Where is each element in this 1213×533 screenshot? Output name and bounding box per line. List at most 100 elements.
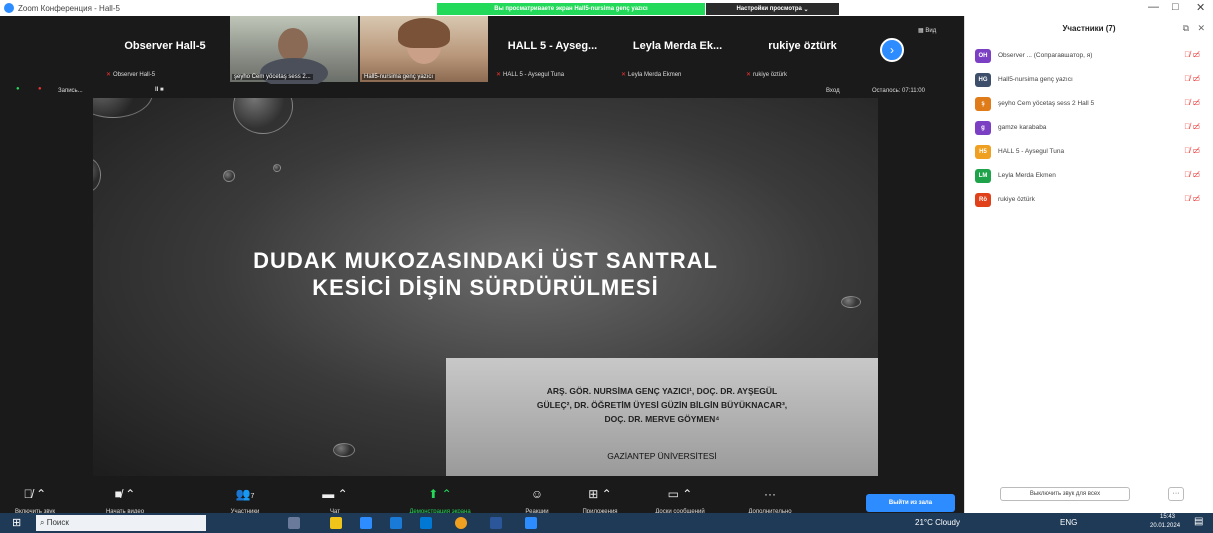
start-video-button[interactable]: ■̸ ⌃ Начать видео (90, 487, 160, 515)
mic-video-status-icon[interactable]: 🎙̸ ▭̸ (1184, 50, 1200, 59)
share-banner: Вы просматриваете экран Hall5-nursima ge… (437, 3, 705, 15)
participant-row[interactable]: HG Hall5-nursima genç yazıcı 🎙̸ ▭̸ (965, 70, 1213, 92)
participant-name: rukiye öztürk (998, 196, 1035, 203)
mail-icon[interactable] (390, 517, 402, 529)
participant-tile[interactable]: HALL 5 - Ayseg... ✕ HALL 5 - Aysegul Tuna (490, 20, 615, 78)
store-icon[interactable] (360, 517, 372, 529)
participant-strip: Observer Hall-5 ✕ Observer Hall-5 şeyho C… (0, 16, 964, 88)
zoom-logo-icon (4, 3, 14, 13)
meeting-stage: Observer Hall-5 ✕ Observer Hall-5 şeyho C… (0, 16, 964, 529)
share-screen-button[interactable]: ⬆ ⌃ Демонстрация экрана (405, 487, 475, 515)
panel-more-button[interactable]: ··· (1168, 487, 1184, 501)
leave-room-button[interactable]: Выйти из зала (866, 494, 955, 512)
participants-icon: 👥7 (235, 487, 255, 501)
participant-label: Leyla Merda Ekmen (628, 72, 682, 78)
mute-all-button[interactable]: Выключить звук для всех (1000, 487, 1130, 501)
taskbar-search[interactable]: ⌕ Поиск (36, 515, 206, 531)
person-hair (398, 18, 450, 48)
participant-tile[interactable]: rukiye öztürk ✕ rukiye öztürk (740, 20, 865, 78)
water-drop (93, 158, 101, 192)
clock-time: 15:43 (1160, 514, 1176, 520)
slide-title-line2: KESİCİ DİŞİN SÜRDÜRÜLMESİ (312, 275, 659, 300)
view-button[interactable]: ▦ Вид (918, 27, 936, 34)
slide-title-line1: DUDAK MUKOZASINDAKİ ÜST SANTRAL (253, 248, 718, 273)
participant-tile[interactable]: Observer Hall-5 ✕ Observer Hall-5 (100, 20, 230, 78)
minimize-icon[interactable]: — (1148, 1, 1159, 13)
authors-line3: DOÇ. DR. MERVE GÖYMEN⁴ (604, 414, 720, 424)
participant-row[interactable]: g gamze karababa 🎙̸ ▭̸ (965, 118, 1213, 140)
popout-icon[interactable]: ⧉ (1183, 23, 1189, 34)
maximize-icon[interactable]: □ (1172, 1, 1179, 13)
mic-video-status-icon[interactable]: 🎙̸ ▭̸ (1184, 146, 1200, 155)
record-dot-icon: ● (38, 86, 42, 92)
task-view-icon[interactable] (288, 517, 300, 529)
avatar: HG (975, 73, 991, 87)
authors-line1: ARŞ. GÖR. NURSİMA GENÇ YAZICI¹, DOÇ. DR.… (546, 386, 778, 396)
whiteboards-button[interactable]: ▭ ⌃ Доски сообщений (645, 487, 715, 515)
chat-button[interactable]: ▬ ⌃ Чат (300, 487, 370, 515)
enter-label[interactable]: Вход (826, 88, 840, 94)
shared-slide: DUDAK MUKOZASINDAKİ ÜST SANTRAL KESİCİ D… (93, 98, 878, 476)
time-remaining: Осталось: 07:11:00 (872, 88, 925, 94)
windows-start-icon[interactable]: ⊞ (12, 516, 21, 529)
mic-video-status-icon[interactable]: 🎙̸ ▭̸ (1184, 194, 1200, 203)
mic-muted-icon: ✕ (106, 72, 112, 78)
participant-tile[interactable]: Leyla Merda Ek... ✕ Leyla Merda Ekmen (615, 20, 740, 78)
water-drop (233, 98, 293, 134)
participant-row[interactable]: OH Observer ... (Сопрагавшатор, я) 🎙̸ ▭̸ (965, 46, 1213, 68)
participant-name: Observer Hall-5 (124, 40, 206, 52)
mic-muted-icon: ✕ (496, 72, 502, 78)
avatar: OH (975, 49, 991, 63)
participant-name: şeyho Cem yöcetaş sess 2 Hall 5 (998, 100, 1095, 107)
window-title: Zoom Конференция - Hall-5 (18, 3, 120, 13)
water-drop (333, 443, 355, 457)
apps-button[interactable]: ⊞ ⌃ Приложения (565, 487, 635, 515)
avatar: g (975, 121, 991, 135)
reactions-icon: ☺ (530, 487, 544, 501)
close-panel-icon[interactable]: ✕ (1197, 23, 1205, 34)
zoom-taskbar-icon[interactable] (525, 517, 537, 529)
participant-label: Observer Hall-5 (113, 72, 156, 78)
avatar: Rö (975, 193, 991, 207)
water-drop (223, 170, 235, 182)
participant-video[interactable]: şeyho Cem yöcetaş sess 2... (230, 16, 358, 88)
view-options-label: Настройки просмотра (736, 6, 802, 12)
shield-icon: ● (16, 86, 20, 92)
participant-row[interactable]: H5 HALL 5 - Aysegul Tuna 🎙̸ ▭̸ (965, 142, 1213, 164)
participant-label: rukiye öztürk (753, 72, 788, 78)
avatar: ş (975, 97, 991, 111)
participant-name: gamze karababa (998, 124, 1047, 131)
participant-row[interactable]: Rö rukiye öztürk 🎙̸ ▭̸ (965, 190, 1213, 212)
participant-label: HALL 5 - Aysegul Tuna (503, 72, 565, 78)
water-drop (93, 98, 153, 118)
windows-taskbar: ⊞ ⌕ Поиск 21°C Cloudy ENG 15:43 20.01.20… (0, 513, 1213, 533)
mic-video-status-icon[interactable]: 🎙̸ ▭̸ (1184, 122, 1200, 131)
unmute-button[interactable]: 🎙̸ ⌃ Включить звук (0, 487, 70, 515)
pause-stop-icon[interactable]: II ■ (155, 87, 164, 93)
view-options-button[interactable]: Настройки просмотра ⌄ (706, 3, 839, 15)
close-icon[interactable]: ✕ (1196, 1, 1205, 14)
edge-icon[interactable] (420, 517, 432, 529)
mic-video-status-icon[interactable]: 🎙̸ ▭̸ (1184, 98, 1200, 107)
chrome-icon[interactable] (455, 517, 467, 529)
participant-name: rukiye öztürk (768, 40, 837, 52)
participants-button[interactable]: 👥7 Участники (210, 487, 280, 515)
reactions-button[interactable]: ☺ Реакции (502, 487, 572, 515)
participant-video[interactable]: Hall5-nursima genç yazıcı (360, 16, 488, 82)
file-explorer-icon[interactable] (330, 517, 342, 529)
weather-label[interactable]: 21°C Cloudy (915, 518, 960, 527)
notifications-icon[interactable]: ▤ (1194, 516, 1203, 527)
language-label[interactable]: ENG (1060, 518, 1077, 527)
participant-name: Leyla Merda Ekmen (998, 172, 1056, 179)
more-button[interactable]: ··· Дополнительно (735, 487, 805, 515)
participant-row[interactable]: ş şeyho Cem yöcetaş sess 2 Hall 5 🎙̸ ▭̸ (965, 94, 1213, 116)
next-page-icon[interactable]: › (880, 38, 904, 62)
participant-name: Hall5-nursima genç yazıcı (998, 76, 1073, 83)
participant-row[interactable]: LM Leyla Merda Ekmen 🎙̸ ▭̸ (965, 166, 1213, 188)
mic-video-status-icon[interactable]: 🎙̸ ▭̸ (1184, 170, 1200, 179)
whiteboard-icon: ▭ ⌃ (667, 487, 693, 501)
word-icon[interactable] (490, 517, 502, 529)
search-icon: ⌕ (40, 518, 47, 527)
participant-label: Hall5-nursima genç yazıcı (362, 74, 436, 80)
mic-video-status-icon[interactable]: 🎙̸ ▭̸ (1184, 74, 1200, 83)
